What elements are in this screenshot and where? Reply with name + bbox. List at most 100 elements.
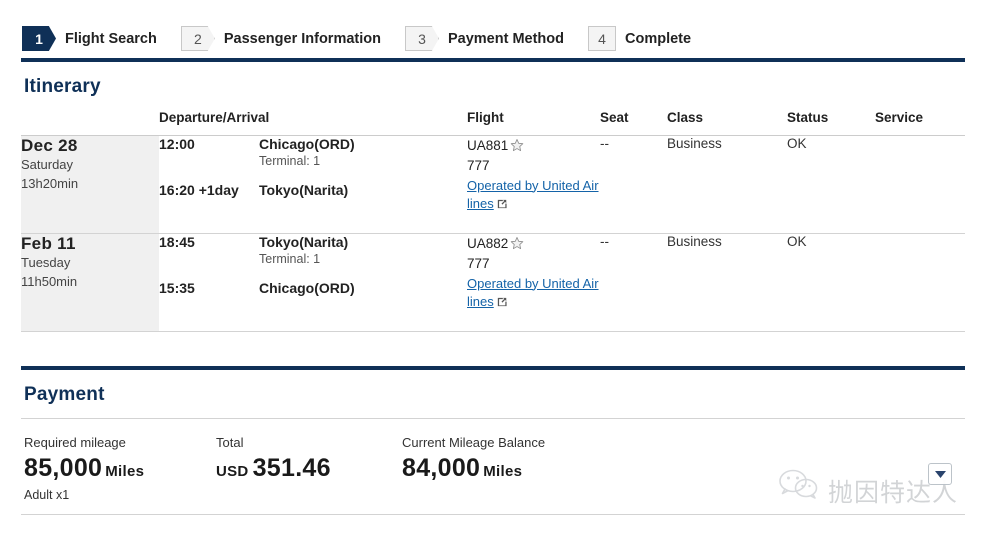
progress-steps: 1 Flight Search 2 Passenger Information …	[0, 0, 984, 58]
row-2-arrival-leg: 15:35 Chicago(ORD)	[159, 280, 467, 296]
row-2-arrival-airport: Chicago(ORD)	[259, 280, 355, 296]
header-seat: Seat	[600, 110, 667, 136]
table-row: Feb 11 Tuesday 11h50min 18:45 Tokyo(Nari…	[21, 233, 965, 332]
total-value: 351.46	[252, 454, 331, 482]
row-2-duration: 11h50min	[21, 274, 78, 290]
step-payment-method[interactable]: 3 Payment Method	[404, 26, 564, 51]
external-link-icon	[497, 196, 507, 209]
required-mileage-label: Required mileage	[24, 435, 126, 450]
itinerary-header-row: Departure/Arrival Flight Seat Class Stat…	[21, 110, 965, 136]
row-1-weekday: Saturday	[21, 157, 74, 173]
required-mileage-value-wrap: 85,000 Miles	[24, 454, 216, 483]
total-label: Total	[216, 435, 244, 450]
row-1-operated-by-wrap: Operated by United Airlines	[467, 177, 600, 215]
row-2-departure-terminal: Terminal: 1	[259, 252, 321, 266]
row-2-service	[875, 233, 965, 332]
mileage-balance-value: 84,000	[402, 454, 481, 482]
total-currency: USD	[216, 463, 249, 480]
row-2-seat: --	[600, 233, 667, 332]
row-2-departure-leg: 18:45 Tokyo(Narita) Terminal: 1	[159, 234, 467, 266]
row-1-departure-airport: Chicago(ORD)	[259, 136, 355, 152]
row-1-duration: 13h20min	[21, 176, 79, 192]
step-3-label: Payment Method	[447, 30, 564, 47]
row-2-operated-by-wrap: Operated by United Airlines	[467, 275, 600, 313]
page-bottom-divider	[21, 514, 965, 515]
required-mileage-value: 85,000	[24, 454, 103, 482]
row-2-arrival-time-value: 15:35	[159, 280, 195, 296]
row-1-seat: --	[600, 135, 667, 234]
row-1-arrival-airport: Tokyo(Narita)	[259, 182, 349, 198]
step-passenger-information[interactable]: 2 Passenger Information	[180, 26, 381, 51]
row-1-operated-by-link[interactable]: Operated by United Airlines	[467, 178, 599, 212]
star-alliance-icon	[510, 138, 524, 155]
header-date	[21, 110, 159, 136]
row-1-status: OK	[787, 135, 875, 234]
step-list: 1 Flight Search 2 Passenger Information …	[22, 26, 984, 51]
step-flight-search[interactable]: 1 Flight Search	[22, 26, 157, 51]
step-2-number: 2	[180, 26, 215, 51]
row-1-departure-time: 12:00	[159, 136, 195, 152]
header-departure-arrival: Departure/Arrival	[159, 110, 467, 136]
step-2-label: Passenger Information	[223, 30, 381, 47]
required-mileage-block: Required mileage 85,000 Miles Adult x1	[24, 435, 216, 502]
row-2-flight-number: UA882	[467, 236, 509, 251]
row-2-class: Business	[667, 233, 787, 332]
header-class: Class	[667, 110, 787, 136]
mileage-balance-unit: Miles	[483, 463, 523, 480]
row-1-date-cell: Dec 28 Saturday 13h20min	[21, 135, 159, 234]
payment-title: Payment	[24, 384, 105, 405]
header-service: Service	[875, 110, 965, 136]
passenger-count-note: Adult x1	[24, 488, 70, 502]
itinerary-table: Departure/Arrival Flight Seat Class Stat…	[21, 110, 965, 332]
required-mileage-unit: Miles	[105, 463, 145, 480]
mileage-balance-block: Current Mileage Balance 84,000 Miles	[402, 435, 702, 502]
step-3-number: 3	[404, 26, 439, 51]
header-flight: Flight	[467, 110, 600, 136]
total-block: Total USD 351.46	[216, 435, 402, 502]
row-1-leg-spacer	[159, 168, 467, 182]
row-1-flight-number-wrap: UA881	[467, 136, 600, 156]
row-1-arrival-day-offset: +1day	[198, 182, 239, 198]
row-1-arrival-time: 16:20 +1day	[159, 182, 259, 198]
row-1-class: Business	[667, 135, 787, 234]
row-2-flight-cell: UA882 777 Operated by United Airlines	[467, 233, 600, 332]
row-1-service	[875, 135, 965, 234]
payment-summary: Required mileage 85,000 Miles Adult x1 To…	[0, 419, 984, 502]
header-status: Status	[787, 110, 875, 136]
chevron-down-icon[interactable]	[928, 463, 952, 485]
table-row: Dec 28 Saturday 13h20min 12:00 Chicago(O…	[21, 135, 965, 234]
row-2-aircraft: 777	[467, 256, 490, 272]
row-1-departure-arrival-cell: 12:00 Chicago(ORD) Terminal: 1 16:20 +1d…	[159, 135, 467, 234]
step-4-label: Complete	[625, 30, 692, 47]
mileage-balance-label: Current Mileage Balance	[402, 435, 546, 450]
row-1-departure-leg: 12:00 Chicago(ORD) Terminal: 1	[159, 136, 467, 168]
row-2-arrival-time: 15:35	[159, 280, 259, 296]
total-value-wrap: USD 351.46	[216, 454, 402, 483]
row-2-flight-number-wrap: UA882	[467, 234, 600, 254]
mileage-balance-value-wrap: 84,000 Miles	[402, 454, 702, 483]
row-1-flight-number: UA881	[467, 138, 509, 153]
row-1-arrival-leg: 16:20 +1day Tokyo(Narita)	[159, 182, 467, 198]
step-1-number: 1	[22, 26, 56, 51]
row-2-status: OK	[787, 233, 875, 332]
row-2-departure-airport: Tokyo(Narita)	[259, 234, 349, 250]
row-1-departure-terminal: Terminal: 1	[259, 154, 321, 168]
external-link-icon	[497, 294, 507, 307]
row-1-arrival-time-value: 16:20	[159, 182, 195, 198]
row-2-departure-time: 18:45	[159, 234, 195, 250]
row-2-leg-spacer	[159, 266, 467, 280]
star-alliance-icon	[510, 236, 524, 253]
row-1-date: Dec 28	[21, 136, 78, 155]
row-1-aircraft: 777	[467, 158, 490, 174]
row-2-departure-arrival-cell: 18:45 Tokyo(Narita) Terminal: 1 15:35 Ch…	[159, 233, 467, 332]
step-complete[interactable]: 4 Complete	[588, 26, 691, 51]
itinerary-title: Itinerary	[24, 76, 101, 97]
row-2-date: Feb 11	[21, 234, 76, 253]
row-2-operated-by-link[interactable]: Operated by United Airlines	[467, 276, 599, 310]
row-2-weekday: Tuesday	[21, 255, 71, 271]
step-4-number: 4	[588, 26, 616, 51]
row-1-flight-cell: UA881 777 Operated by United Airlines	[467, 135, 600, 234]
step-1-label: Flight Search	[65, 30, 157, 47]
row-2-date-cell: Feb 11 Tuesday 11h50min	[21, 233, 159, 332]
